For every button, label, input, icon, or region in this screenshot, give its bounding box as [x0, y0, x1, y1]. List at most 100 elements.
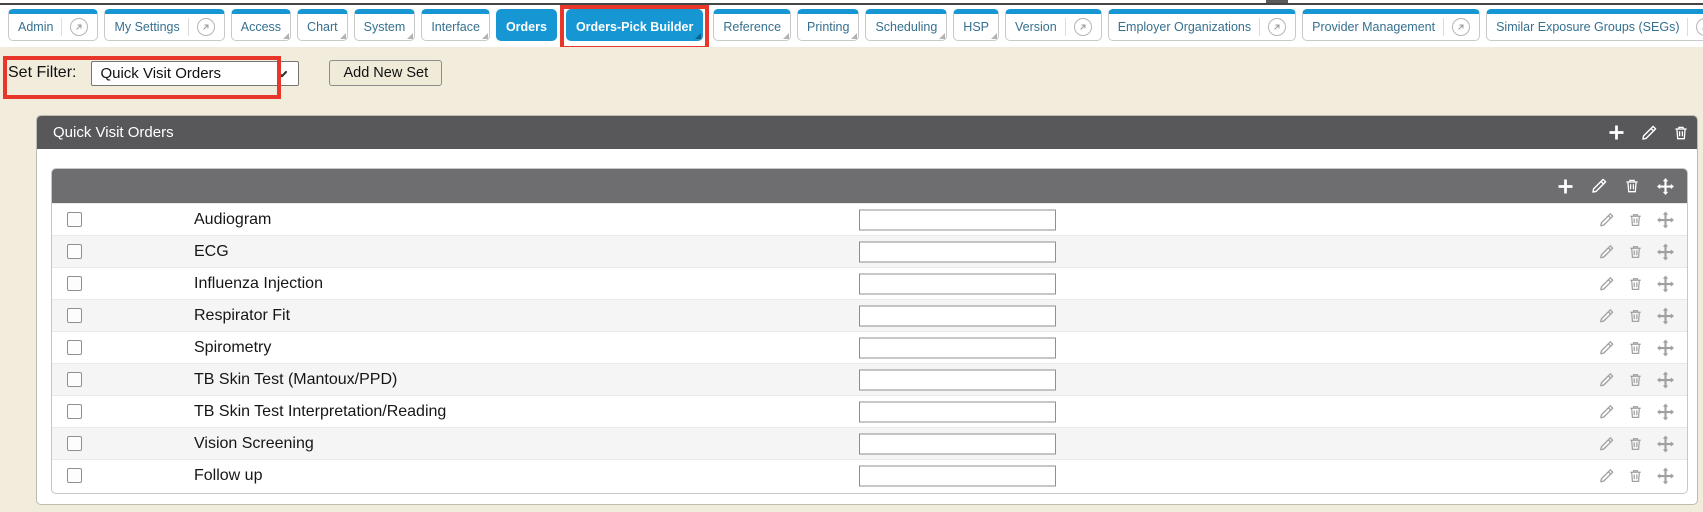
- tab-interface[interactable]: Interface: [421, 9, 490, 41]
- move-icon[interactable]: [1657, 275, 1674, 292]
- edit-icon[interactable]: [1599, 372, 1614, 387]
- add-icon[interactable]: [1557, 178, 1574, 195]
- move-icon[interactable]: [1657, 467, 1674, 484]
- edit-icon[interactable]: [1599, 436, 1614, 451]
- tab-label: Access: [241, 20, 281, 34]
- order-row: ECG: [52, 235, 1687, 267]
- tab-hsp[interactable]: HSP: [953, 9, 999, 41]
- tab-orders[interactable]: Orders: [496, 9, 557, 41]
- row-checkbox[interactable]: [67, 276, 82, 291]
- panel-header-icons: [1608, 124, 1689, 141]
- row-checkbox[interactable]: [67, 404, 82, 419]
- tab-printing[interactable]: Printing: [797, 9, 859, 41]
- set-filter-dropdown[interactable]: Quick Visit Orders: [91, 61, 299, 86]
- row-actions: [1599, 243, 1674, 260]
- row-actions: [1599, 307, 1674, 324]
- row-checkbox[interactable]: [67, 340, 82, 355]
- move-icon[interactable]: [1657, 178, 1674, 195]
- delete-icon[interactable]: [1628, 436, 1643, 451]
- edit-icon[interactable]: [1599, 244, 1614, 259]
- order-label: Follow up: [194, 467, 262, 485]
- tab-employer-organizations[interactable]: Employer Organizations: [1108, 9, 1296, 41]
- order-text-input[interactable]: [859, 465, 1056, 486]
- edit-icon[interactable]: [1599, 212, 1614, 227]
- order-label: TB Skin Test Interpretation/Reading: [194, 403, 446, 421]
- delete-icon[interactable]: [1628, 212, 1643, 227]
- tab-admin[interactable]: Admin: [8, 9, 98, 41]
- tab-label: Orders: [506, 20, 547, 34]
- tab-similar-exposure-groups[interactable]: Similar Exposure Groups (SEGs): [1486, 9, 1703, 41]
- order-row: Audiogram: [52, 203, 1687, 235]
- open-in-new-window-icon[interactable]: [1065, 18, 1092, 36]
- top-border-line: [0, 3, 1703, 5]
- open-in-new-window-icon[interactable]: [1259, 18, 1286, 36]
- edit-icon[interactable]: [1599, 308, 1614, 323]
- delete-icon[interactable]: [1624, 178, 1640, 194]
- delete-icon[interactable]: [1628, 340, 1643, 355]
- row-checkbox[interactable]: [67, 468, 82, 483]
- tab-orders-pick-builder[interactable]: Orders-Pick Builder: [566, 9, 703, 41]
- delete-icon[interactable]: [1628, 404, 1643, 419]
- tab-access[interactable]: Access: [231, 9, 291, 41]
- move-icon[interactable]: [1657, 307, 1674, 324]
- row-actions: [1599, 467, 1674, 484]
- tab-system[interactable]: System: [354, 9, 416, 41]
- edit-icon[interactable]: [1591, 178, 1607, 194]
- delete-icon[interactable]: [1628, 276, 1643, 291]
- tab-chart[interactable]: Chart: [297, 9, 348, 41]
- tab-reference[interactable]: Reference: [713, 9, 791, 41]
- open-in-new-window-icon[interactable]: [1443, 18, 1470, 36]
- delete-icon[interactable]: [1628, 308, 1643, 323]
- row-actions: [1599, 435, 1674, 452]
- delete-icon[interactable]: [1673, 125, 1689, 141]
- set-filter-label: Set Filter:: [8, 64, 76, 82]
- order-text-input[interactable]: [859, 401, 1056, 422]
- move-icon[interactable]: [1657, 403, 1674, 420]
- order-row: Vision Screening: [52, 427, 1687, 459]
- add-new-set-button[interactable]: Add New Set: [329, 60, 442, 86]
- row-actions: [1599, 275, 1674, 292]
- row-checkbox[interactable]: [67, 308, 82, 323]
- edit-icon[interactable]: [1599, 276, 1614, 291]
- tab-provider-management[interactable]: Provider Management: [1302, 9, 1480, 41]
- order-text-input[interactable]: [859, 305, 1056, 326]
- order-text-input[interactable]: [859, 273, 1056, 294]
- edit-icon[interactable]: [1599, 340, 1614, 355]
- row-checkbox[interactable]: [67, 372, 82, 387]
- row-checkbox[interactable]: [67, 212, 82, 227]
- set-filter-group: Set Filter: Quick Visit Orders: [8, 61, 299, 86]
- move-icon[interactable]: [1657, 243, 1674, 260]
- tab-scheduling[interactable]: Scheduling: [865, 9, 947, 41]
- set-filter-selected-value: Quick Visit Orders: [100, 65, 221, 82]
- move-icon[interactable]: [1657, 339, 1674, 356]
- delete-icon[interactable]: [1628, 468, 1643, 483]
- open-in-new-window-icon[interactable]: [1687, 18, 1703, 36]
- tab-label: Chart: [307, 20, 338, 34]
- delete-icon[interactable]: [1628, 244, 1643, 259]
- move-icon[interactable]: [1657, 435, 1674, 452]
- tab-version[interactable]: Version: [1005, 9, 1102, 41]
- order-text-input[interactable]: [859, 209, 1056, 230]
- edit-icon[interactable]: [1599, 404, 1614, 419]
- order-row: Respirator Fit: [52, 299, 1687, 331]
- row-checkbox[interactable]: [67, 436, 82, 451]
- row-checkbox[interactable]: [67, 244, 82, 259]
- edit-icon[interactable]: [1641, 125, 1657, 141]
- order-text-input[interactable]: [859, 337, 1056, 358]
- open-in-new-window-icon[interactable]: [188, 18, 215, 36]
- tab-label: Reference: [723, 20, 781, 34]
- content-area: Set Filter: Quick Visit Orders Add New S…: [0, 47, 1703, 512]
- order-label: Respirator Fit: [194, 307, 290, 325]
- order-text-input[interactable]: [859, 241, 1056, 262]
- order-text-input[interactable]: [859, 369, 1056, 390]
- tab-my-settings[interactable]: My Settings: [104, 9, 224, 41]
- delete-icon[interactable]: [1628, 372, 1643, 387]
- open-in-new-window-icon[interactable]: [61, 18, 88, 36]
- top-edge-fragment: [1266, 0, 1288, 3]
- move-icon[interactable]: [1657, 371, 1674, 388]
- tab-label: Employer Organizations: [1118, 20, 1251, 34]
- order-text-input[interactable]: [859, 433, 1056, 454]
- add-icon[interactable]: [1608, 124, 1625, 141]
- edit-icon[interactable]: [1599, 468, 1614, 483]
- move-icon[interactable]: [1657, 211, 1674, 228]
